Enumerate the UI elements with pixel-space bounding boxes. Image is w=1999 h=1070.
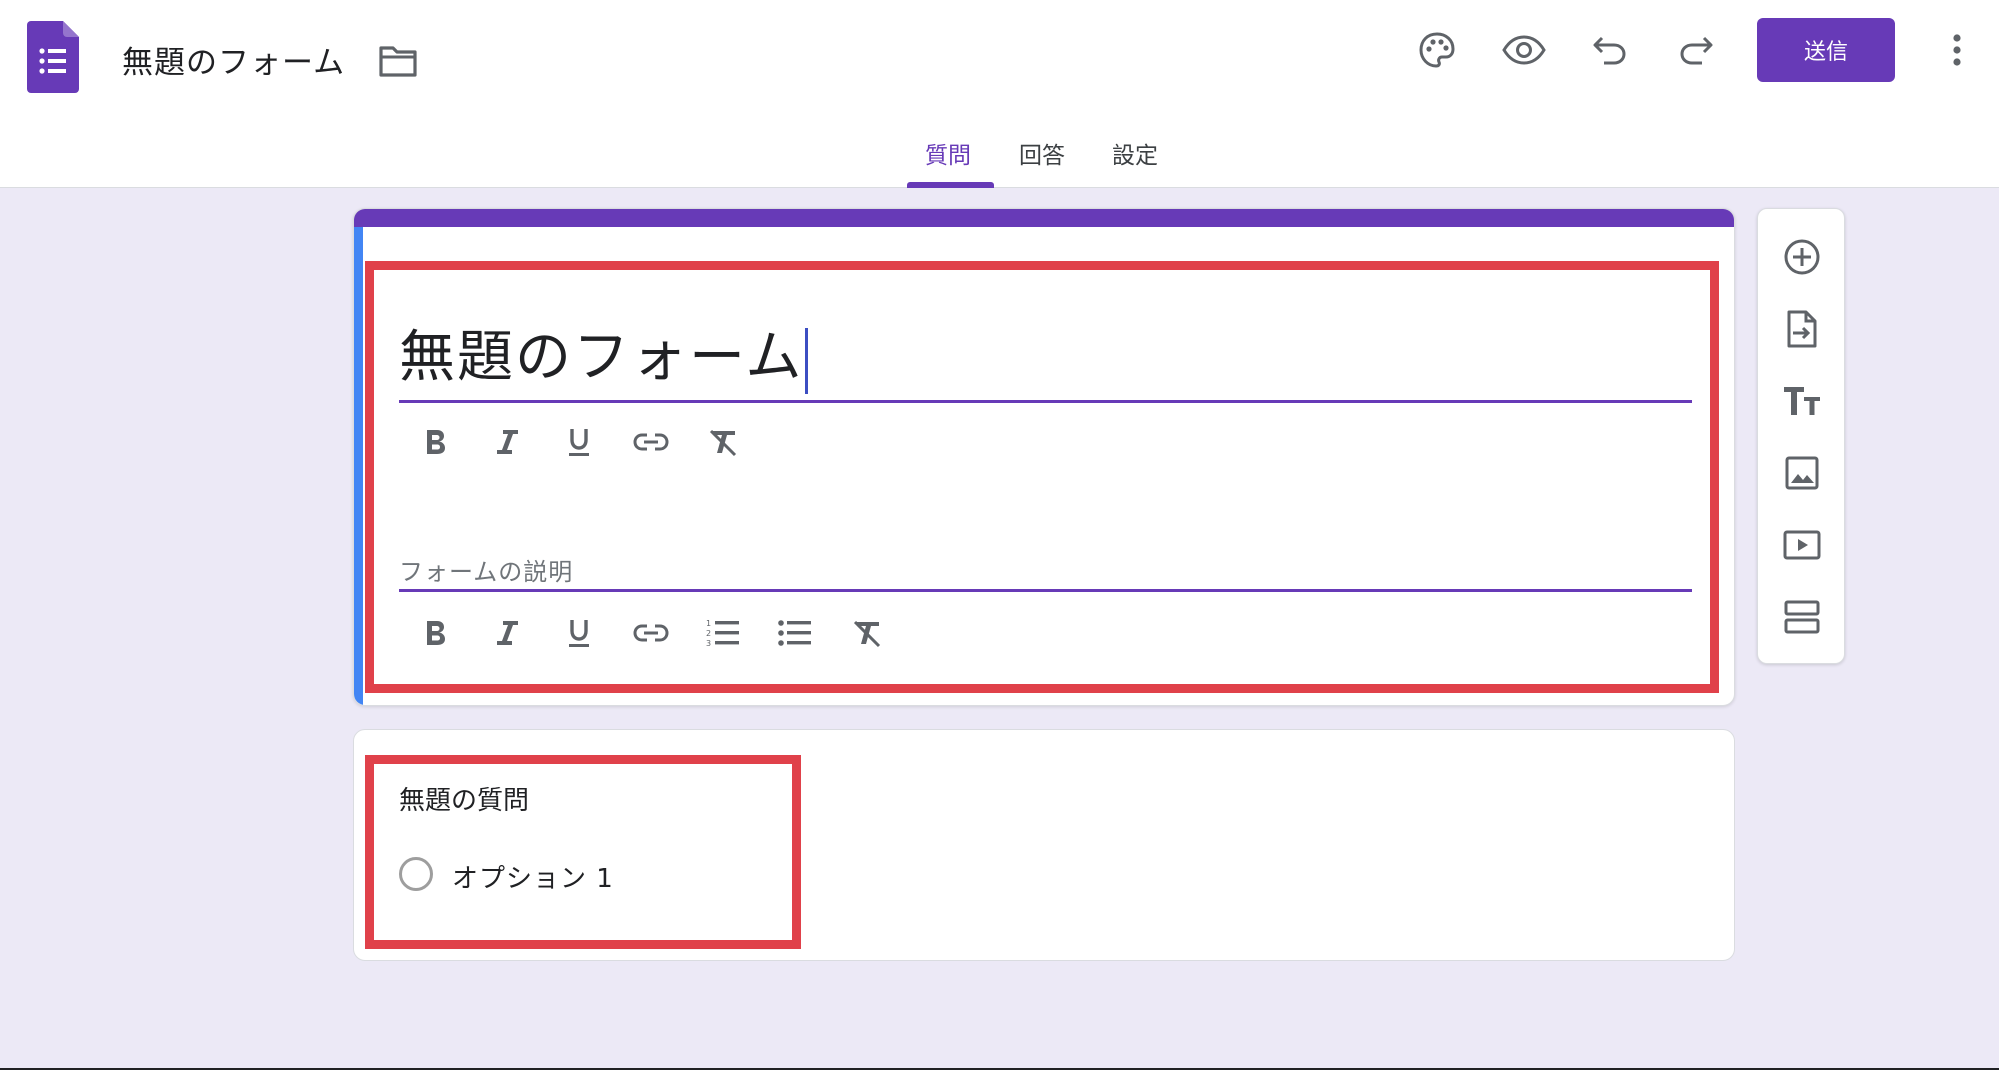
tab-questions[interactable]: 質問: [925, 136, 971, 170]
app-header: 無題のフォーム 送信 質問 回答 設定: [0, 0, 1999, 188]
folder-icon[interactable]: [378, 44, 418, 78]
link-icon[interactable]: [615, 420, 687, 464]
active-card-indicator: [354, 227, 363, 705]
send-button[interactable]: 送信: [1757, 18, 1895, 82]
undo-icon[interactable]: [1588, 28, 1632, 72]
active-tab-indicator: [907, 182, 994, 188]
redo-icon[interactable]: [1674, 28, 1718, 72]
preview-eye-icon[interactable]: [1502, 28, 1546, 72]
italic-icon[interactable]: [471, 420, 543, 464]
tab-settings[interactable]: 設定: [1112, 136, 1158, 170]
italic-icon[interactable]: [471, 611, 543, 655]
add-title-icon[interactable]: [1778, 377, 1826, 425]
description-format-toolbar: 123: [399, 611, 903, 655]
form-title-input[interactable]: 無題のフォーム: [399, 312, 809, 394]
link-icon[interactable]: [615, 611, 687, 655]
title-format-toolbar: [399, 420, 759, 464]
tab-bar: 質問 回答 設定: [0, 130, 1999, 188]
svg-text:3: 3: [706, 639, 711, 648]
underline-icon[interactable]: [543, 611, 615, 655]
card-accent-bar: [354, 209, 1734, 227]
clear-format-icon[interactable]: [687, 420, 759, 464]
radio-button[interactable]: [399, 857, 433, 891]
form-title-text: 無題のフォーム: [399, 325, 804, 390]
floating-side-toolbar: [1757, 208, 1845, 664]
document-title[interactable]: 無題のフォーム: [122, 37, 345, 82]
bold-icon[interactable]: [399, 420, 471, 464]
form-description-input[interactable]: フォームの説明: [399, 552, 573, 587]
add-question-icon[interactable]: [1778, 233, 1826, 281]
svg-text:1: 1: [706, 619, 711, 628]
add-video-icon[interactable]: [1778, 521, 1826, 569]
add-section-icon[interactable]: [1778, 593, 1826, 641]
more-vert-icon[interactable]: [1942, 28, 1972, 72]
tab-responses[interactable]: 回答: [1019, 136, 1065, 170]
svg-text:2: 2: [706, 629, 711, 638]
form-title-card[interactable]: 無題のフォーム フォームの説明 1 2 3: [353, 208, 1735, 706]
palette-icon[interactable]: [1415, 28, 1459, 72]
forms-logo-icon[interactable]: [27, 21, 79, 93]
clear-format-icon[interactable]: [831, 611, 903, 655]
option-label[interactable]: オプション 1: [452, 858, 614, 895]
underline-icon[interactable]: [543, 420, 615, 464]
description-underline: [399, 589, 1692, 592]
question-title[interactable]: 無題の質問: [399, 780, 529, 817]
text-caret: [805, 327, 809, 394]
bold-icon[interactable]: [399, 611, 471, 655]
add-image-icon[interactable]: [1778, 449, 1826, 497]
title-underline: [399, 400, 1692, 403]
question-card[interactable]: 無題の質問 オプション 1: [353, 729, 1735, 961]
bulleted-list-icon[interactable]: [759, 611, 831, 655]
numbered-list-icon[interactable]: 123: [687, 611, 759, 655]
import-questions-icon[interactable]: [1778, 305, 1826, 353]
